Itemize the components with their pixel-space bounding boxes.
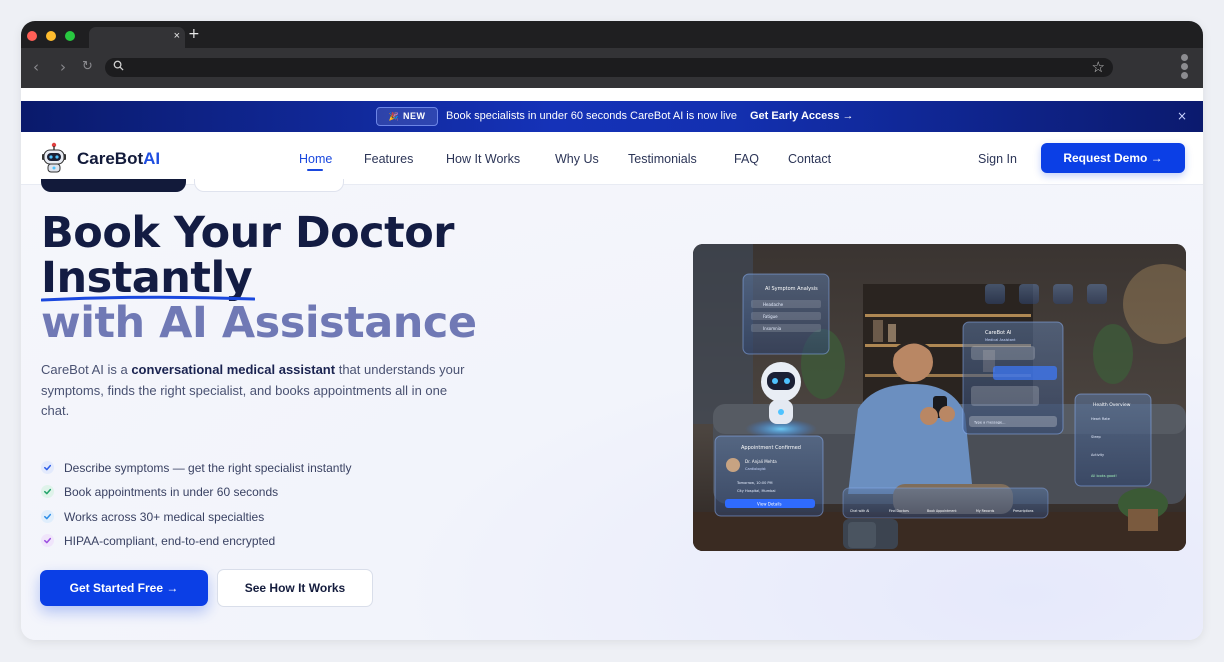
new-tab-button[interactable]: + xyxy=(188,26,200,42)
browser-tab[interactable]: × xyxy=(89,27,185,48)
health-item: All looks good! xyxy=(1091,474,1117,478)
dock-item: Prescriptions xyxy=(1013,509,1034,513)
new-badge: 🎉 NEW xyxy=(376,107,438,126)
request-demo-button[interactable]: Request Demo → xyxy=(1041,143,1185,173)
hero-pill-dark xyxy=(41,179,186,192)
forward-arrow-icon[interactable]: › xyxy=(60,58,66,76)
see-how-it-works-button[interactable]: See How It Works xyxy=(217,569,373,607)
hero-description: CareBot AI is a conversational medical a… xyxy=(41,362,465,418)
dock-item: Find Doctors xyxy=(889,509,909,513)
health-title: Health Overview xyxy=(1093,402,1131,408)
check-icon xyxy=(41,534,54,548)
browser-toolbar: ‹ › ↻ ☆ xyxy=(21,48,1203,88)
browser-titlebar: × + xyxy=(21,21,1203,48)
doctor-name: Dr. Anjali Mehta xyxy=(745,459,777,464)
nav-features[interactable]: Features xyxy=(364,152,413,166)
robot-logo-icon[interactable] xyxy=(40,142,68,174)
chat-title: CareBot AI xyxy=(985,330,1012,336)
brand-logo[interactable]: CareBotAI xyxy=(77,149,160,169)
close-window-button[interactable] xyxy=(27,31,37,41)
symptom-panel-title: AI Symptom Analysis xyxy=(765,286,818,292)
health-item: Heart Rate xyxy=(1091,417,1110,421)
nav-testimonials[interactable]: Testimonials xyxy=(628,152,697,166)
symptom-item: Headache xyxy=(763,302,784,307)
hero-title-line1: Book Your Doctor xyxy=(41,208,454,258)
announcement-bar: 🎉 NEW Book specialists in under 60 second… xyxy=(21,101,1203,132)
nav-why-us[interactable]: Why Us xyxy=(555,152,599,166)
nav-contact[interactable]: Contact xyxy=(788,152,831,166)
reload-icon[interactable]: ↻ xyxy=(82,58,93,76)
feature-item: HIPAA-compliant, end-to-end encrypted xyxy=(41,533,275,549)
hero-illustration: AI Symptom Analysis Headache Fatigue Ins… xyxy=(693,244,1186,551)
nav-home[interactable]: Home xyxy=(299,152,332,166)
dock-item: Book Appointment xyxy=(927,509,957,513)
feature-item: Works across 30+ medical specialties xyxy=(41,509,264,525)
feature-item: Describe symptoms — get the right specia… xyxy=(41,460,351,476)
get-started-button[interactable]: Get Started Free → xyxy=(40,570,208,606)
doctor-specialty: Cardiologist xyxy=(745,467,766,471)
nav-how-it-works[interactable]: How It Works xyxy=(446,152,520,166)
announcement-text: Book specialists in under 60 seconds Car… xyxy=(446,110,738,122)
health-item: Activity xyxy=(1091,453,1104,457)
check-icon xyxy=(41,510,54,524)
close-icon[interactable]: × xyxy=(1177,109,1187,123)
appointment-place: City Hospital, Mumbai xyxy=(737,489,775,493)
appointment-title: Appointment Confirmed xyxy=(741,445,801,451)
hero-title-line3: with AI Assistance xyxy=(41,298,477,348)
ai-doctor-scene-image: AI Symptom Analysis Headache Fatigue Ins… xyxy=(693,244,1186,551)
tab-close-icon[interactable]: × xyxy=(174,29,180,43)
check-icon xyxy=(41,485,54,499)
symptom-item: Insomnia xyxy=(763,326,782,331)
chat-subtitle: Medical Assistant xyxy=(985,338,1016,342)
minimize-window-button[interactable] xyxy=(46,31,56,41)
view-details-button: View Details xyxy=(757,502,782,507)
browser-menu-icon[interactable] xyxy=(1181,54,1189,81)
hero-pill-light xyxy=(194,179,344,192)
back-arrow-icon[interactable]: ‹ xyxy=(33,58,39,76)
browser-window: × + ‹ › ↻ ☆ 🎉 NEW Book specialists in und… xyxy=(21,21,1203,640)
site-navbar: CareBotAI Home Features How It Works Why… xyxy=(21,132,1203,185)
feature-item: Book appointments in under 60 seconds xyxy=(41,484,278,500)
search-icon xyxy=(113,60,124,71)
dock-item: Chat with AI xyxy=(850,509,869,513)
party-icon: 🎉 xyxy=(388,112,399,121)
appointment-time: Tomorrow, 10:00 PM xyxy=(736,481,773,485)
sign-in-link[interactable]: Sign In xyxy=(978,152,1017,166)
early-access-link[interactable]: Get Early Access → xyxy=(750,110,854,122)
hero-section: Book Your Doctor Instantly with AI Assis… xyxy=(21,179,1203,640)
maximize-window-button[interactable] xyxy=(65,31,75,41)
nav-faq[interactable]: FAQ xyxy=(734,152,759,166)
symptom-item: Fatigue xyxy=(763,314,778,319)
chat-input-placeholder: Type a message... xyxy=(973,421,1005,425)
bookmark-star-icon[interactable]: ☆ xyxy=(1092,58,1105,77)
health-item: Sleep xyxy=(1091,435,1102,439)
check-icon xyxy=(41,461,54,475)
active-nav-indicator xyxy=(307,169,323,171)
dock-item: My Records xyxy=(976,509,995,513)
address-bar[interactable]: ☆ xyxy=(105,58,1113,77)
